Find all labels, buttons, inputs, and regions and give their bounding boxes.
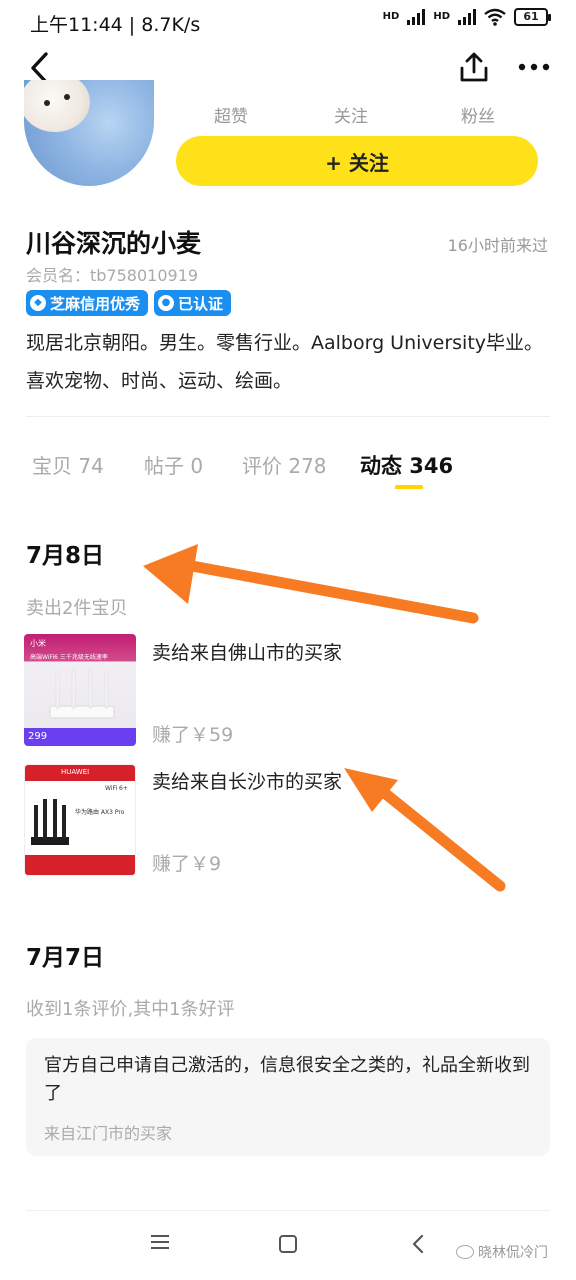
annotation-arrowhead: [344, 768, 398, 812]
watermark: 晓林侃冷门: [456, 1242, 548, 1262]
annotation-arrow-shaft: [370, 780, 506, 892]
divider: [26, 1210, 550, 1211]
review-from: 来自江门市的买家: [44, 1124, 173, 1143]
annotation-arrowhead: [143, 544, 198, 604]
feed-date: 7月7日: [26, 945, 105, 971]
back-triangle-icon[interactable]: [410, 1234, 426, 1254]
home-square-icon[interactable]: [279, 1235, 297, 1253]
review-text: 官方自己申请自己激活的，信息很安全之类的，礼品全新收到了: [44, 1055, 530, 1104]
annotation-arrow-shaft: [186, 560, 479, 624]
feed-summary: 收到1条评价,其中1条好评: [26, 999, 235, 1020]
wechat-icon: [456, 1245, 474, 1259]
watermark-label: 晓林侃冷门: [478, 1245, 548, 1261]
menu-icon[interactable]: [150, 1234, 170, 1250]
